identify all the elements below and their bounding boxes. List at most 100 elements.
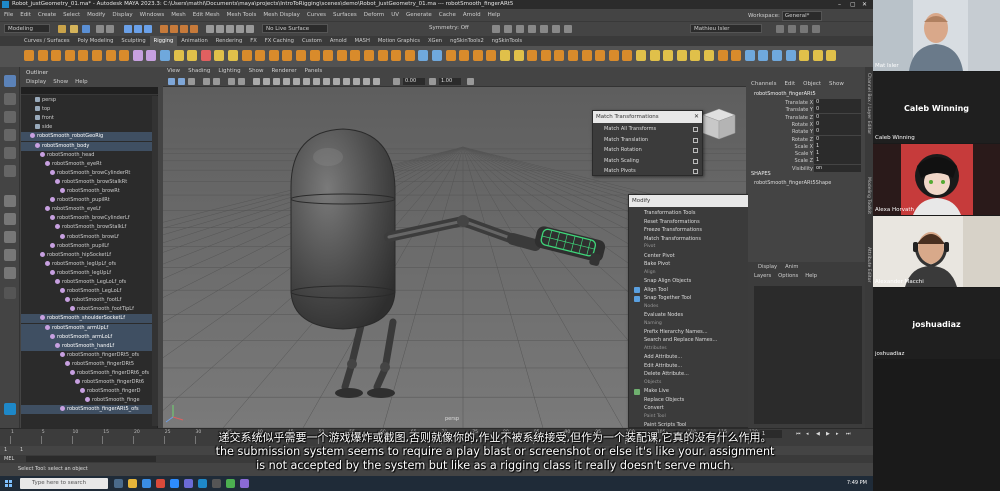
shelf-tool-icon[interactable] <box>785 50 796 61</box>
shelf-tab-fx[interactable]: FX <box>246 36 261 46</box>
shelf-tool-icon[interactable] <box>214 50 225 61</box>
shelf-tab-arnold[interactable]: Arnold <box>326 36 351 46</box>
discord-icon[interactable] <box>184 479 193 488</box>
outliner-row[interactable]: robotSmooth_legUpLf_ofs <box>21 260 158 269</box>
outliner-menu-show[interactable]: Show <box>53 79 68 85</box>
menu-edit-mesh[interactable]: Edit Mesh <box>193 12 220 18</box>
shelf-tool-icon[interactable] <box>663 50 674 61</box>
taskbar-search-input[interactable]: Type here to search <box>20 478 108 489</box>
outliner-row[interactable]: robotSmooth_fingerDRt5_ofs <box>21 351 158 360</box>
system-clock[interactable]: 7:49 PM <box>847 476 867 491</box>
channel-value[interactable]: 0 <box>814 113 861 121</box>
render-settings-icon[interactable] <box>516 25 524 33</box>
shelf-tool-icon[interactable] <box>255 50 266 61</box>
viewport-menu-show[interactable]: Show <box>249 68 264 74</box>
xray-icon[interactable] <box>353 78 360 85</box>
resolution-gate-icon[interactable] <box>238 78 245 85</box>
chrome-icon[interactable] <box>156 479 165 488</box>
workspace-dropdown[interactable]: General* <box>781 11 823 21</box>
shelf-tool-icon[interactable] <box>228 50 238 61</box>
outliner-row[interactable]: robotSmooth_legUpLf <box>21 269 158 278</box>
shadows-icon[interactable] <box>303 78 310 85</box>
hypershade-layout-icon[interactable] <box>4 267 16 279</box>
modeling-toolkit-icon[interactable] <box>776 25 784 33</box>
shelf-tool-icon[interactable] <box>500 50 510 61</box>
render-icon[interactable] <box>492 25 500 33</box>
menu-set-dropdown[interactable]: Modeling <box>4 24 50 33</box>
shelf-tool-icon[interactable] <box>513 50 524 61</box>
undo-icon[interactable] <box>96 25 104 33</box>
match-item[interactable]: Match All Transforms <box>596 125 701 134</box>
outliner-row[interactable]: front <box>21 114 158 123</box>
participant-tile[interactable]: Alexander Macchi <box>873 216 1000 287</box>
select-component-icon[interactable] <box>144 25 152 33</box>
shelf-tool-icon[interactable] <box>105 50 116 61</box>
participant-tile[interactable]: Mat Isler <box>873 0 1000 71</box>
shelf-tool-icon[interactable] <box>364 50 374 61</box>
ambient-occlusion-icon[interactable] <box>313 78 320 85</box>
textured-icon[interactable] <box>283 78 290 85</box>
view-cube[interactable] <box>702 108 736 140</box>
color-management-icon[interactable] <box>467 78 474 85</box>
layer-list[interactable] <box>754 286 862 424</box>
shelf-tool-icon[interactable] <box>377 50 388 61</box>
menu-edit[interactable]: Edit <box>20 12 31 18</box>
redo-icon[interactable] <box>106 25 114 33</box>
menu-mesh-tools[interactable]: Mesh Tools <box>227 12 257 18</box>
shelf-tab-ngskintools[interactable]: ngSkinTools <box>488 36 526 46</box>
file-explorer-icon[interactable] <box>128 479 137 488</box>
use-lights-icon[interactable] <box>293 78 300 85</box>
channel-value[interactable]: 1 <box>814 157 861 165</box>
outliner-menu-help[interactable]: Help <box>75 79 88 85</box>
shelf-tool-icon[interactable] <box>826 50 837 61</box>
film-gate-icon[interactable] <box>228 78 235 85</box>
menu-cache[interactable]: Cache <box>439 12 456 18</box>
outliner-row[interactable]: robotSmooth_browRt <box>21 187 158 196</box>
mask-icon[interactable] <box>160 25 168 33</box>
shelf-tool-icon[interactable] <box>459 50 470 61</box>
shelf-tool-icon[interactable] <box>540 50 551 61</box>
workspace-selector[interactable]: Workspace: General* <box>748 11 823 21</box>
channel-value[interactable]: 1 <box>814 150 861 158</box>
match-item[interactable]: Match Scaling <box>596 157 701 166</box>
exposure-field[interactable]: 0.00 <box>403 78 425 85</box>
shelf-tool-icon[interactable] <box>758 50 769 61</box>
outliner-row[interactable]: robotSmooth_fingerD <box>21 387 158 396</box>
participant-tile[interactable]: Caleb Winning Caleb Winning <box>873 72 1000 143</box>
shape-node-name[interactable]: robotSmooth_fingerARt5Shape <box>754 180 831 186</box>
shelf-tool-icon[interactable] <box>323 50 334 61</box>
shelf-tool-icon[interactable] <box>595 50 606 61</box>
shelf-tool-icon[interactable] <box>282 50 293 61</box>
layer-tab-anim[interactable]: Anim <box>785 264 798 270</box>
outliner-row[interactable]: robotSmooth_browStalkLf <box>21 223 158 232</box>
rotate-tool-icon[interactable] <box>4 147 16 159</box>
menu-display[interactable]: Display <box>112 12 132 18</box>
shelf-tool-icon[interactable] <box>64 50 75 61</box>
outliner-row[interactable]: robotSmooth_fingerDRt5 <box>21 360 158 369</box>
menu-deform[interactable]: Deform <box>364 12 384 18</box>
shelf-tool-icon[interactable] <box>418 50 429 61</box>
motion-blur-icon[interactable] <box>323 78 330 85</box>
mask-icon[interactable] <box>170 25 178 33</box>
wireframe-on-shaded-icon[interactable] <box>273 78 280 85</box>
outliner-row[interactable]: robotSmooth_armUpLf <box>21 323 158 333</box>
shelf-tool-icon[interactable] <box>296 50 306 61</box>
viewport-menu-view[interactable]: View <box>167 68 180 74</box>
shelf-tool-icon[interactable] <box>704 50 714 61</box>
zoom-icon[interactable] <box>170 479 179 488</box>
layer-menu-layers[interactable]: Layers <box>754 273 771 279</box>
outliner-row[interactable]: robotSmooth_shoulderSocketLf <box>21 314 158 324</box>
wireframe-icon[interactable] <box>253 78 260 85</box>
shelf-tool-icon[interactable] <box>486 50 497 61</box>
mask-icon[interactable] <box>180 25 188 33</box>
channel-value[interactable]: 1 <box>814 142 861 150</box>
menu-surfaces[interactable]: Surfaces <box>333 12 357 18</box>
outliner-row[interactable]: robotSmooth_browCylinderLf <box>21 214 158 223</box>
select-object-icon[interactable] <box>134 25 142 33</box>
menu-modify[interactable]: Modify <box>87 12 105 18</box>
shelf-tool-icon[interactable] <box>391 50 402 61</box>
shelf-tool-icon[interactable] <box>772 50 782 61</box>
participant-tile[interactable]: Alexa Horvath <box>873 144 1000 215</box>
obs-icon[interactable] <box>212 479 221 488</box>
select-hierarchy-icon[interactable] <box>124 25 132 33</box>
